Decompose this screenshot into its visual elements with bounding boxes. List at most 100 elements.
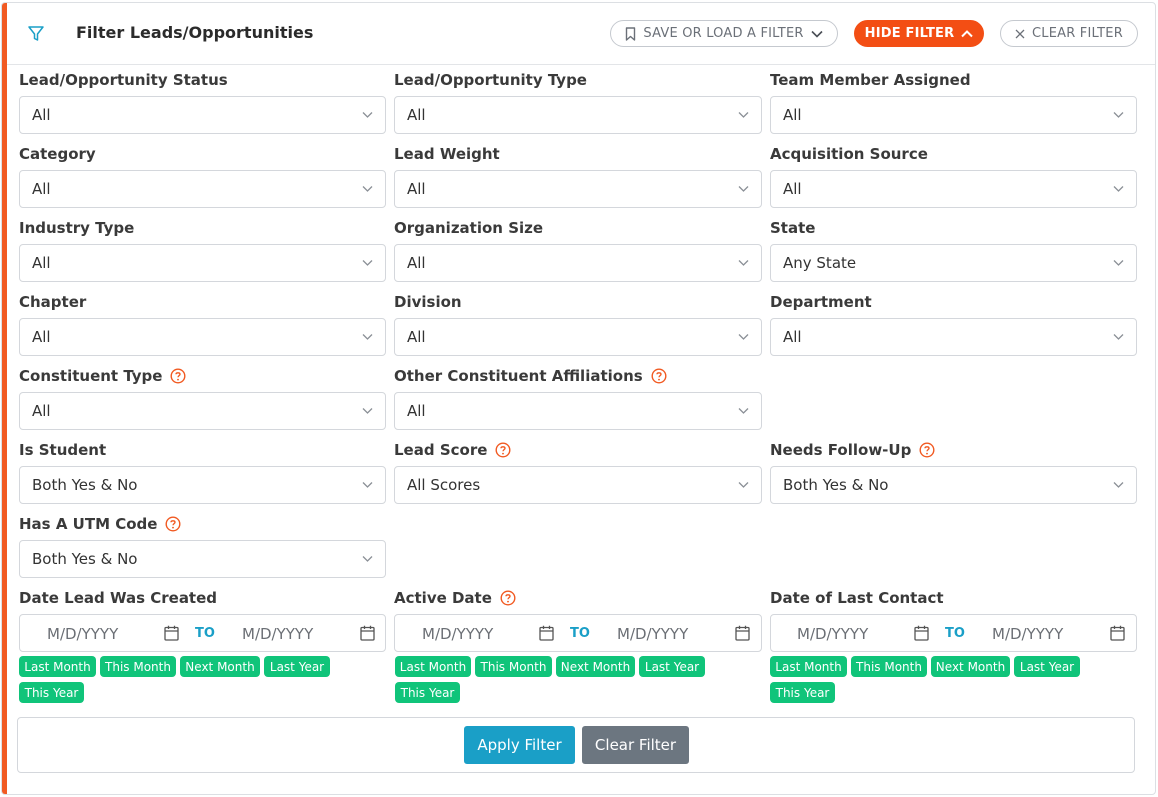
created-this-year-button[interactable]: This Year <box>19 682 84 703</box>
lead-status-label: Lead/Opportunity Status <box>19 71 228 89</box>
needs-followup-label: Needs Follow-Up <box>770 441 935 459</box>
save-load-filter-button[interactable]: SAVE OR LOAD A FILTER <box>610 20 838 47</box>
last-contact-this-year-button[interactable]: This Year <box>770 682 835 703</box>
last-contact-to-input[interactable]: M/D/YYYY <box>992 625 1063 643</box>
department-select[interactable]: All <box>770 318 1137 356</box>
chevron-down-icon <box>1113 260 1124 266</box>
calendar-icon[interactable] <box>164 625 179 641</box>
active-date-from-input[interactable]: M/D/YYYY <box>422 625 493 643</box>
active-date-range: M/D/YYYY TO M/D/YYYY <box>394 614 762 652</box>
constituent-type-select[interactable]: All <box>19 392 386 430</box>
created-last-year-button[interactable]: Last Year <box>264 656 330 677</box>
last-contact-last-month-button[interactable]: Last Month <box>770 656 847 677</box>
chevron-down-icon <box>362 482 373 488</box>
lead-weight-select[interactable]: All <box>394 170 762 208</box>
chevron-down-icon <box>738 260 749 266</box>
help-icon[interactable] <box>170 368 186 384</box>
close-icon <box>1015 29 1025 38</box>
calendar-icon[interactable] <box>539 625 554 641</box>
industry-type-label: Industry Type <box>19 219 135 237</box>
last-contact-from-input[interactable]: M/D/YYYY <box>797 625 868 643</box>
chevron-down-icon <box>1113 112 1124 118</box>
active-last-month-button[interactable]: Last Month <box>395 656 471 677</box>
chevron-down-icon <box>738 186 749 192</box>
clear-filter-button[interactable]: Clear Filter <box>582 726 689 764</box>
active-date-to-input[interactable]: M/D/YYYY <box>617 625 688 643</box>
active-this-year-button[interactable]: This Year <box>395 682 460 703</box>
utm-code-label: Has A UTM Code <box>19 515 181 533</box>
needs-followup-select[interactable]: Both Yes & No <box>770 466 1137 504</box>
date-created-to-input[interactable]: M/D/YYYY <box>242 625 313 643</box>
filter-icon <box>28 26 44 41</box>
chevron-up-icon <box>961 29 974 37</box>
created-this-month-button[interactable]: This Month <box>100 656 176 677</box>
team-member-select[interactable]: All <box>770 96 1137 134</box>
active-date-to-label: TO <box>570 626 590 641</box>
chapter-label: Chapter <box>19 293 87 311</box>
active-this-month-button[interactable]: This Month <box>475 656 552 677</box>
chapter-select[interactable]: All <box>19 318 386 356</box>
state-label: State <box>770 219 816 237</box>
apply-filter-button[interactable]: Apply Filter <box>464 726 575 764</box>
constituent-type-label: Constituent Type <box>19 367 186 385</box>
chevron-down-icon <box>362 186 373 192</box>
other-affiliations-select[interactable]: All <box>394 392 762 430</box>
team-member-label: Team Member Assigned <box>770 71 971 89</box>
help-icon[interactable] <box>651 368 667 384</box>
active-date-label: Active Date <box>394 589 516 607</box>
chevron-down-icon <box>362 408 373 414</box>
chevron-down-icon <box>811 30 823 38</box>
last-contact-next-month-button[interactable]: Next Month <box>931 656 1010 677</box>
department-label: Department <box>770 293 872 311</box>
calendar-icon[interactable] <box>1110 625 1125 641</box>
acquisition-source-select[interactable]: All <box>770 170 1137 208</box>
last-contact-label: Date of Last Contact <box>770 589 944 607</box>
clear-filter-top-button[interactable]: CLEAR FILTER <box>1000 20 1138 47</box>
help-icon[interactable] <box>500 590 516 606</box>
lead-type-select[interactable]: All <box>394 96 762 134</box>
chevron-down-icon <box>362 260 373 266</box>
state-select[interactable]: Any State <box>770 244 1137 282</box>
chevron-down-icon <box>738 112 749 118</box>
help-icon[interactable] <box>495 442 511 458</box>
category-select[interactable]: All <box>19 170 386 208</box>
lead-score-label: Lead Score <box>394 441 511 459</box>
last-contact-this-month-button[interactable]: This Month <box>851 656 927 677</box>
chevron-down-icon <box>362 556 373 562</box>
chevron-down-icon <box>738 408 749 414</box>
created-last-month-button[interactable]: Last Month <box>19 656 96 677</box>
accent-bar <box>2 3 7 794</box>
created-next-month-button[interactable]: Next Month <box>180 656 260 677</box>
last-contact-range: M/D/YYYY TO M/D/YYYY <box>770 614 1137 652</box>
lead-score-select[interactable]: All Scores <box>394 466 762 504</box>
utm-code-select[interactable]: Both Yes & No <box>19 540 386 578</box>
date-created-to-label: TO <box>195 626 215 641</box>
date-created-label: Date Lead Was Created <box>19 589 218 607</box>
lead-status-select[interactable]: All <box>19 96 386 134</box>
chevron-down-icon <box>1113 334 1124 340</box>
chevron-down-icon <box>1113 482 1124 488</box>
calendar-icon[interactable] <box>735 625 750 641</box>
help-icon[interactable] <box>165 516 181 532</box>
division-label: Division <box>394 293 462 311</box>
chevron-down-icon <box>362 112 373 118</box>
last-contact-to-label: TO <box>945 626 965 641</box>
hide-filter-button[interactable]: HIDE FILTER <box>854 20 984 47</box>
last-contact-last-year-button[interactable]: Last Year <box>1014 656 1080 677</box>
date-created-from-input[interactable]: M/D/YYYY <box>47 625 118 643</box>
industry-type-select[interactable]: All <box>19 244 386 282</box>
division-select[interactable]: All <box>394 318 762 356</box>
date-created-range: M/D/YYYY TO M/D/YYYY <box>19 614 386 652</box>
calendar-icon[interactable] <box>914 625 929 641</box>
filter-actions: Apply Filter Clear Filter <box>17 717 1135 773</box>
is-student-label: Is Student <box>19 441 107 459</box>
help-icon[interactable] <box>919 442 935 458</box>
filter-header: Filter Leads/Opportunities SAVE OR LOAD … <box>7 3 1155 65</box>
active-next-month-button[interactable]: Next Month <box>556 656 635 677</box>
chevron-down-icon <box>738 334 749 340</box>
clear-filter-top-label: CLEAR FILTER <box>1032 26 1123 41</box>
active-last-year-button[interactable]: Last Year <box>639 656 705 677</box>
organization-size-select[interactable]: All <box>394 244 762 282</box>
calendar-icon[interactable] <box>360 625 375 641</box>
is-student-select[interactable]: Both Yes & No <box>19 466 386 504</box>
